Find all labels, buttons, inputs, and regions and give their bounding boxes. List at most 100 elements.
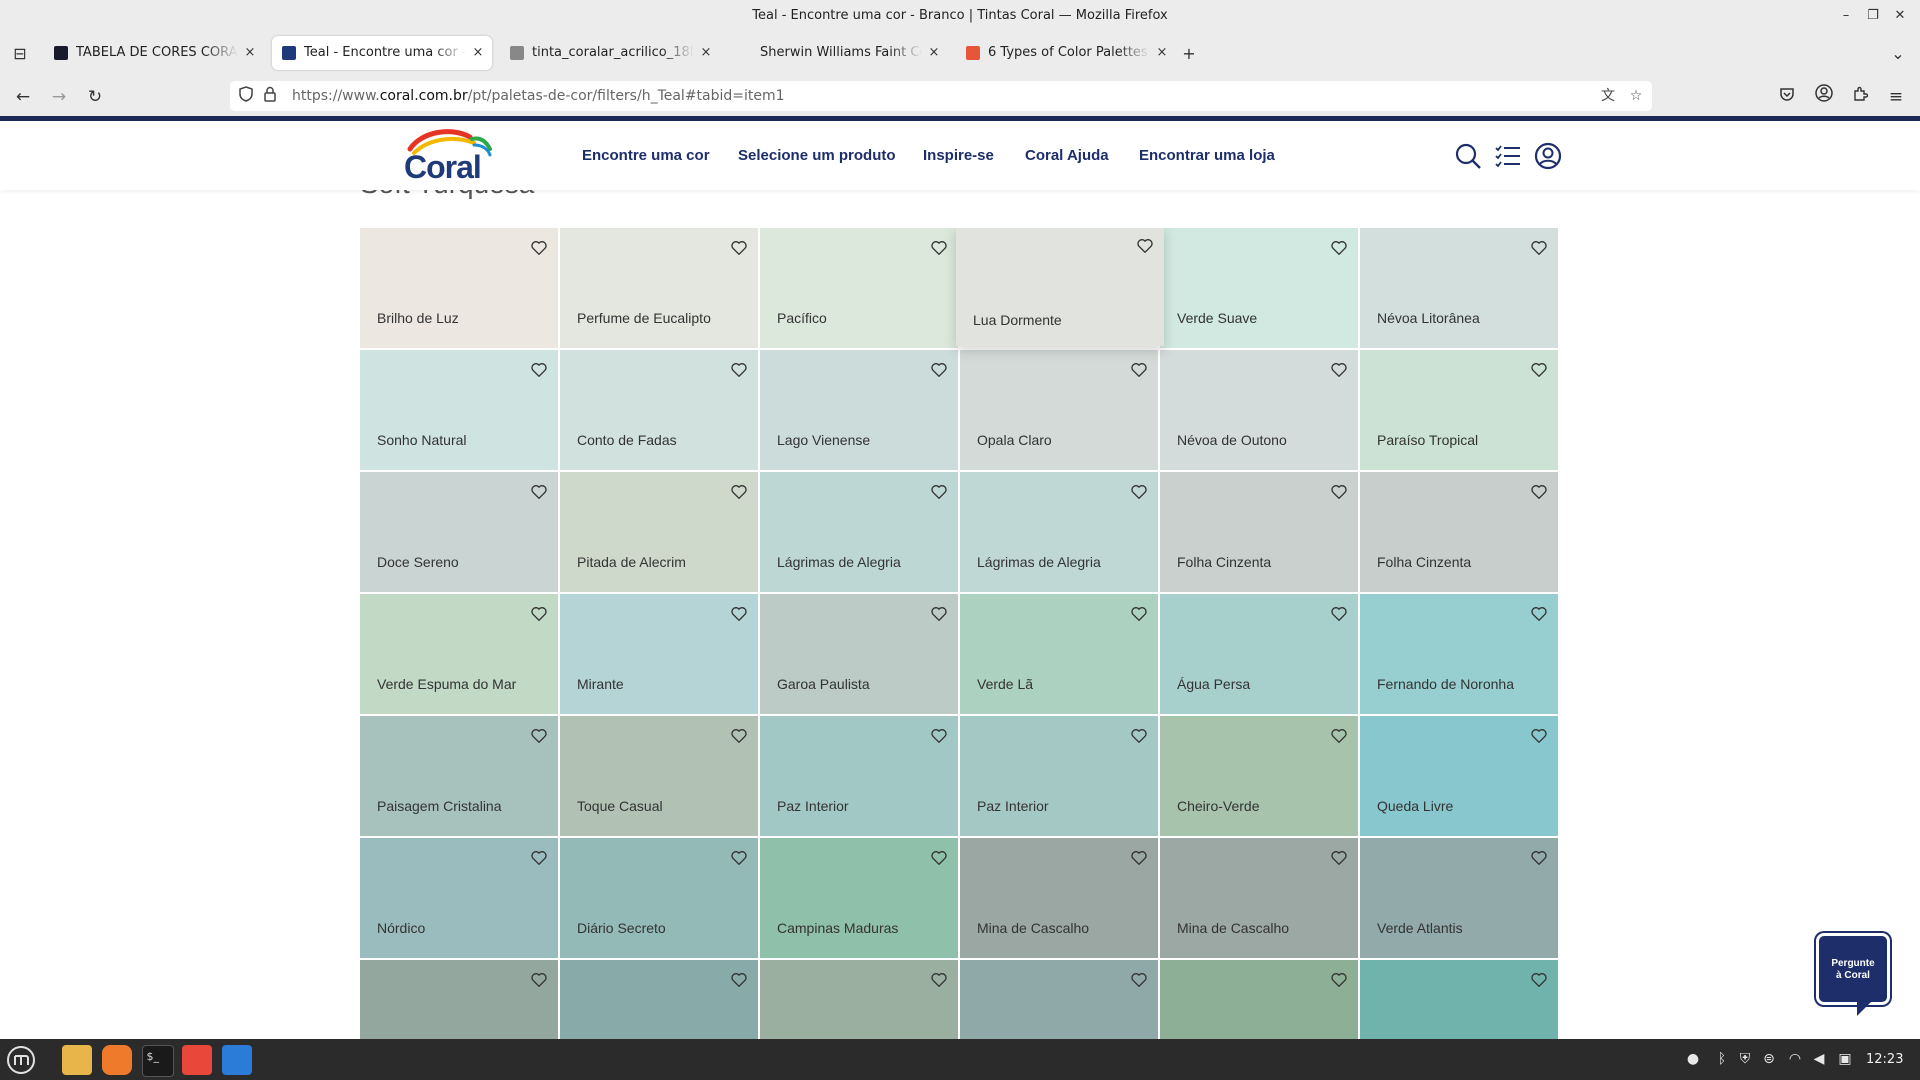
favorite-heart-icon[interactable] — [1530, 971, 1548, 989]
color-swatch[interactable]: Doce Sereno — [360, 472, 558, 592]
forward-icon[interactable]: → — [46, 84, 72, 110]
tab-overview-icon[interactable]: ⊟ — [10, 44, 30, 64]
lock-icon[interactable] — [260, 86, 280, 106]
browser-tab[interactable]: TABELA DE CORES CORAL – × — [44, 36, 264, 70]
color-swatch[interactable] — [560, 960, 758, 1039]
tracking-shield-icon[interactable] — [236, 86, 256, 106]
tab-list-chevron-icon[interactable]: ⌄ — [1888, 44, 1908, 64]
tab-close-icon[interactable]: × — [242, 36, 258, 70]
checklist-icon[interactable] — [1494, 142, 1522, 170]
site-menu-item[interactable]: Coral Ajuda — [1025, 121, 1109, 190]
favorite-heart-icon[interactable] — [730, 605, 748, 623]
site-menu-item[interactable]: Inspire-se — [923, 121, 994, 190]
color-swatch[interactable]: Verde Suave — [1160, 228, 1358, 348]
color-swatch[interactable]: Pacífico — [760, 228, 958, 348]
extensions-icon[interactable] — [1847, 84, 1873, 110]
restore-icon[interactable]: ❐ — [1858, 0, 1888, 32]
volume-icon[interactable]: ◀ — [1808, 1049, 1830, 1069]
color-swatch[interactable]: Campinas Maduras — [760, 838, 958, 958]
color-swatch[interactable]: Pitada de Alecrim — [560, 472, 758, 592]
color-swatch[interactable]: Toque Casual — [560, 716, 758, 836]
favorite-heart-icon[interactable] — [930, 727, 948, 745]
color-swatch[interactable]: Lágrimas de Alegria — [760, 472, 958, 592]
color-swatch[interactable]: Paisagem Cristalina — [360, 716, 558, 836]
pocket-icon[interactable] — [1774, 84, 1800, 110]
favorite-heart-icon[interactable] — [1530, 483, 1548, 501]
favorite-heart-icon[interactable] — [1130, 849, 1148, 867]
menu-icon[interactable] — [6, 1045, 36, 1075]
favorite-heart-icon[interactable] — [1530, 605, 1548, 623]
favorite-heart-icon[interactable] — [530, 849, 548, 867]
tab-close-icon[interactable]: × — [698, 36, 714, 70]
favorite-heart-icon[interactable] — [1130, 361, 1148, 379]
favorite-heart-icon[interactable] — [1530, 361, 1548, 379]
network-icon[interactable]: ⊜ — [1758, 1049, 1780, 1069]
favorite-heart-icon[interactable] — [530, 971, 548, 989]
tab-close-icon[interactable]: × — [470, 36, 486, 70]
files-icon[interactable] — [62, 1045, 92, 1075]
favorite-heart-icon[interactable] — [1330, 361, 1348, 379]
minimize-icon[interactable]: – — [1831, 0, 1861, 32]
favorite-heart-icon[interactable] — [730, 483, 748, 501]
color-swatch[interactable]: Perfume de Eucalipto — [560, 228, 758, 348]
browser-tab[interactable]: tinta_coralar_acrilico_18l_cc × — [500, 36, 720, 70]
bluetooth-icon[interactable]: ᛒ — [1712, 1049, 1732, 1069]
vscode-icon[interactable] — [222, 1045, 252, 1075]
account-icon[interactable] — [1811, 84, 1837, 110]
favorite-heart-icon[interactable] — [1530, 849, 1548, 867]
reload-icon[interactable]: ↻ — [82, 84, 108, 110]
favorite-heart-icon[interactable] — [530, 483, 548, 501]
site-menu-item[interactable]: Encontrar uma loja — [1139, 121, 1275, 190]
color-swatch[interactable]: Paz Interior — [760, 716, 958, 836]
favorite-heart-icon[interactable] — [1330, 483, 1348, 501]
favorite-heart-icon[interactable] — [1330, 849, 1348, 867]
favorite-heart-icon[interactable] — [1530, 727, 1548, 745]
color-swatch[interactable]: Verde Espuma do Mar — [360, 594, 558, 714]
color-swatch[interactable]: Brilho de Luz — [360, 228, 558, 348]
discord-icon[interactable]: ● — [1680, 1049, 1706, 1069]
color-swatch[interactable]: Água Persa — [1160, 594, 1358, 714]
favorite-heart-icon[interactable] — [1330, 239, 1348, 257]
color-swatch[interactable]: Conto de Fadas — [560, 350, 758, 470]
color-swatch[interactable] — [760, 960, 958, 1039]
site-menu-item[interactable]: Selecione um produto — [738, 121, 896, 190]
favorite-heart-icon[interactable] — [1130, 971, 1148, 989]
address-bar[interactable]: https://www.coral.com.br/pt/paletas-de-c… — [230, 81, 1652, 111]
close-icon[interactable]: ✕ — [1885, 0, 1915, 32]
favorite-heart-icon[interactable] — [730, 727, 748, 745]
favorite-heart-icon[interactable] — [730, 239, 748, 257]
color-swatch[interactable]: Paz Interior — [960, 716, 1158, 836]
hamburger-menu-icon[interactable]: ≡ — [1883, 84, 1909, 110]
favorite-heart-icon[interactable] — [1330, 971, 1348, 989]
color-swatch[interactable]: Folha Cinzenta — [1360, 472, 1558, 592]
coral-logo[interactable]: Coral — [400, 129, 500, 185]
favorite-heart-icon[interactable] — [1130, 727, 1148, 745]
favorite-heart-icon[interactable] — [530, 727, 548, 745]
favorite-heart-icon[interactable] — [530, 239, 548, 257]
color-swatch[interactable] — [1160, 960, 1358, 1039]
shield-icon[interactable]: ⛨ — [1735, 1049, 1755, 1069]
color-swatch[interactable] — [960, 960, 1158, 1039]
browser-tab[interactable]: 6 Types of Color Palettes: De × — [956, 36, 1176, 70]
figma-icon[interactable] — [182, 1045, 212, 1075]
color-swatch[interactable]: Névoa de Outono — [1160, 350, 1358, 470]
color-swatch[interactable]: Queda Livre — [1360, 716, 1558, 836]
favorite-heart-icon[interactable] — [1530, 239, 1548, 257]
favorite-heart-icon[interactable] — [730, 361, 748, 379]
firefox-icon[interactable] — [102, 1045, 132, 1075]
favorite-heart-icon[interactable] — [1130, 483, 1148, 501]
browser-tab[interactable]: Teal - Encontre uma cor - Bra × — [272, 36, 492, 70]
favorite-heart-icon[interactable] — [730, 849, 748, 867]
bookmark-star-icon[interactable]: ☆ — [1626, 86, 1646, 106]
favorite-heart-icon[interactable] — [930, 849, 948, 867]
color-swatch[interactable]: Nórdico — [360, 838, 558, 958]
back-icon[interactable]: ← — [10, 84, 36, 110]
wifi-icon[interactable]: ◠ — [1784, 1049, 1806, 1069]
new-tab-icon[interactable]: + — [1179, 44, 1199, 64]
color-swatch[interactable]: Opala Claro — [960, 350, 1158, 470]
color-swatch[interactable]: Mina de Cascalho — [1160, 838, 1358, 958]
favorite-heart-icon[interactable] — [930, 361, 948, 379]
color-swatch[interactable]: Lágrimas de Alegria — [960, 472, 1158, 592]
clock[interactable]: 12:23 — [1866, 1039, 1903, 1080]
color-swatch[interactable]: Verde Atlantis — [1360, 838, 1558, 958]
